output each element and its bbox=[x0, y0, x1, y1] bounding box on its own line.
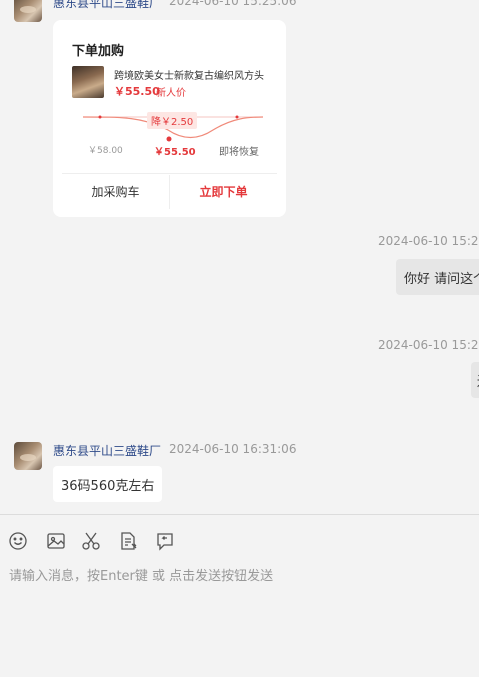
message-timestamp: 2024-06-10 15:25 bbox=[378, 338, 479, 352]
order-now-button[interactable]: 立即下单 bbox=[170, 175, 277, 209]
emoji-icon[interactable] bbox=[8, 531, 28, 551]
add-to-cart-button[interactable]: 加采购车 bbox=[62, 175, 169, 209]
outgoing-message-bubble[interactable]: 你好 请问这个 bbox=[396, 259, 479, 295]
message-text: 36码560克左右 bbox=[61, 479, 155, 494]
price-cut-badge: 降￥2.50 bbox=[147, 112, 198, 129]
message-timestamp: 2024-06-10 16:31:06 bbox=[169, 442, 297, 456]
new-price: ￥55.50 bbox=[154, 147, 196, 158]
sender-name: 惠东县平山三盛鞋厂 bbox=[53, 444, 162, 458]
original-price: ￥58.00 bbox=[88, 146, 123, 156]
message-timestamp: 2024-06-10 15:25:06 bbox=[169, 0, 297, 8]
quick-reply-icon[interactable] bbox=[155, 531, 175, 551]
image-icon[interactable] bbox=[46, 531, 66, 551]
card-divider bbox=[62, 173, 277, 174]
order-card: 下单加购 跨境欧美女士新款复古编织风方头 ￥55.50 新人价 降￥2.50 ￥… bbox=[53, 20, 286, 217]
scissors-icon[interactable] bbox=[81, 531, 101, 551]
message-text: 你好 请问这个 bbox=[404, 272, 479, 287]
message-timestamp: 2024-06-10 15:25 bbox=[378, 234, 479, 248]
sender-name: 惠东县平山三盛鞋厂 bbox=[53, 0, 162, 10]
message-input[interactable]: 请输入消息，按Enter键 或 点击发送按钮发送 bbox=[9, 565, 273, 584]
composer-divider bbox=[0, 514, 479, 515]
outgoing-message-bubble[interactable]: 还 bbox=[471, 362, 479, 398]
card-title: 下单加购 bbox=[72, 44, 125, 59]
avatar[interactable] bbox=[14, 0, 42, 22]
product-image[interactable] bbox=[72, 66, 104, 98]
product-name[interactable]: 跨境欧美女士新款复古编织风方头 bbox=[114, 67, 274, 82]
price-recover-label: 即将恢复 bbox=[219, 147, 259, 158]
incoming-message-bubble[interactable]: 36码560克左右 bbox=[53, 466, 163, 502]
document-icon[interactable] bbox=[118, 531, 138, 551]
product-price: ￥55.50 bbox=[114, 85, 160, 98]
avatar[interactable] bbox=[14, 442, 42, 470]
price-tag: 新人价 bbox=[156, 88, 186, 99]
